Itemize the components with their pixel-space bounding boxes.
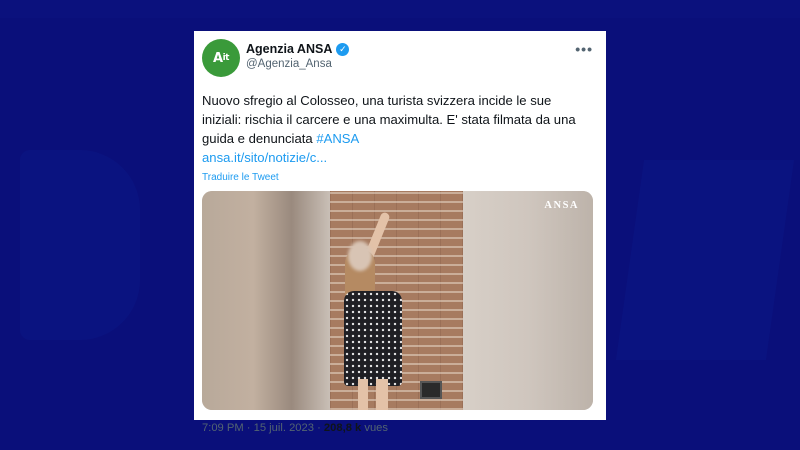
views-count: 208,8 k <box>323 422 362 434</box>
author-block: Agenzia ANSA ✓ @Agenzia_Ansa <box>246 42 350 70</box>
background-shape <box>615 160 795 360</box>
avatar-text: A <box>213 50 223 66</box>
more-icon[interactable]: ••• <box>575 41 593 57</box>
video-figure-dress <box>344 291 402 386</box>
ansa-watermark: ANSA <box>544 200 579 211</box>
video-figure-legs <box>358 379 388 410</box>
meta-separator: · <box>313 422 324 434</box>
tweet-video[interactable]: ANSA <box>202 191 593 410</box>
article-link[interactable]: ansa.it/sito/notizie/c... <box>202 150 327 165</box>
video-frame <box>330 191 463 410</box>
views-label: vues <box>361 422 388 434</box>
tweet-text: Nuovo sfregio al Colosseo, una turista s… <box>202 91 593 167</box>
translate-link[interactable]: Traduire le Tweet <box>202 172 593 183</box>
meta-separator: · <box>243 422 254 434</box>
tweet-time[interactable]: 7:09 PM <box>202 422 244 434</box>
display-name[interactable]: Agenzia ANSA <box>246 42 332 56</box>
tweet-meta: 7:09 PM · 15 juil. 2023 · 208,8 k vues <box>202 422 593 434</box>
verified-icon: ✓ <box>336 42 350 56</box>
video-figure-face <box>348 241 372 271</box>
tweet-header: Ait Agenzia ANSA ✓ @Agenzia_Ansa ••• <box>202 39 593 79</box>
avatar-sup: it <box>222 53 230 63</box>
tweet-text-body: Nuovo sfregio al Colosseo, una turista s… <box>202 93 576 146</box>
avatar[interactable]: Ait <box>202 39 240 77</box>
handle[interactable]: @Agenzia_Ansa <box>246 58 349 70</box>
video-blur-right <box>463 191 593 410</box>
tweet-date[interactable]: 15 juil. 2023 <box>254 422 314 434</box>
wall-vent <box>420 381 442 399</box>
background-shape <box>0 0 800 18</box>
background-shape <box>20 150 140 340</box>
video-blur-left <box>202 191 330 410</box>
tweet-card: Ait Agenzia ANSA ✓ @Agenzia_Ansa ••• Nuo… <box>194 31 606 434</box>
hashtag-link[interactable]: #ANSA <box>316 131 359 146</box>
